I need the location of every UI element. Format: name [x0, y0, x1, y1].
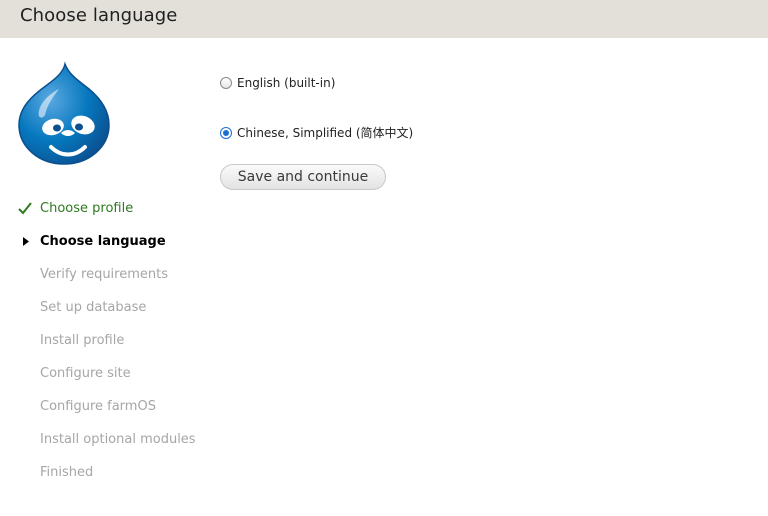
- step-label: Finished: [40, 465, 94, 480]
- language-option-english[interactable]: English (built-in): [220, 76, 335, 90]
- radio-button[interactable]: [220, 77, 232, 89]
- page-header: Choose language: [0, 0, 768, 38]
- step-finished: Finished: [40, 465, 93, 480]
- step-label: Configure site: [40, 366, 131, 381]
- step-choose-profile: Choose profile: [18, 201, 134, 216]
- step-choose-language: Choose language: [23, 234, 166, 249]
- step-label: Choose language: [40, 234, 166, 249]
- step-label: Choose profile: [40, 201, 134, 216]
- step-verify-requirements: Verify requirements: [40, 267, 168, 282]
- arrow-right-icon: [22, 236, 30, 251]
- checkmark-icon: [18, 202, 32, 219]
- language-option-chinese-simplified[interactable]: Chinese, Simplified (简体中文): [220, 124, 413, 141]
- step-configure-site: Configure site: [40, 366, 131, 381]
- step-label: Install profile: [40, 333, 125, 348]
- step-label: Install optional modules: [40, 432, 196, 447]
- step-install-optional-modules: Install optional modules: [40, 432, 196, 447]
- language-option-label: English (built-in): [237, 76, 336, 90]
- save-and-continue-button[interactable]: Save and continue: [220, 164, 386, 190]
- step-set-up-database: Set up database: [40, 300, 146, 315]
- page-title: Choose language: [20, 5, 178, 26]
- step-install-profile: Install profile: [40, 333, 124, 348]
- drupal-logo-icon: [17, 61, 111, 167]
- radio-button-selected[interactable]: [220, 126, 232, 139]
- step-label: Verify requirements: [40, 267, 169, 282]
- step-label: Configure farmOS: [40, 399, 156, 414]
- step-label: Set up database: [40, 300, 147, 315]
- step-configure-farmos: Configure farmOS: [40, 399, 156, 414]
- language-option-label: Chinese, Simplified (简体中文): [237, 126, 414, 140]
